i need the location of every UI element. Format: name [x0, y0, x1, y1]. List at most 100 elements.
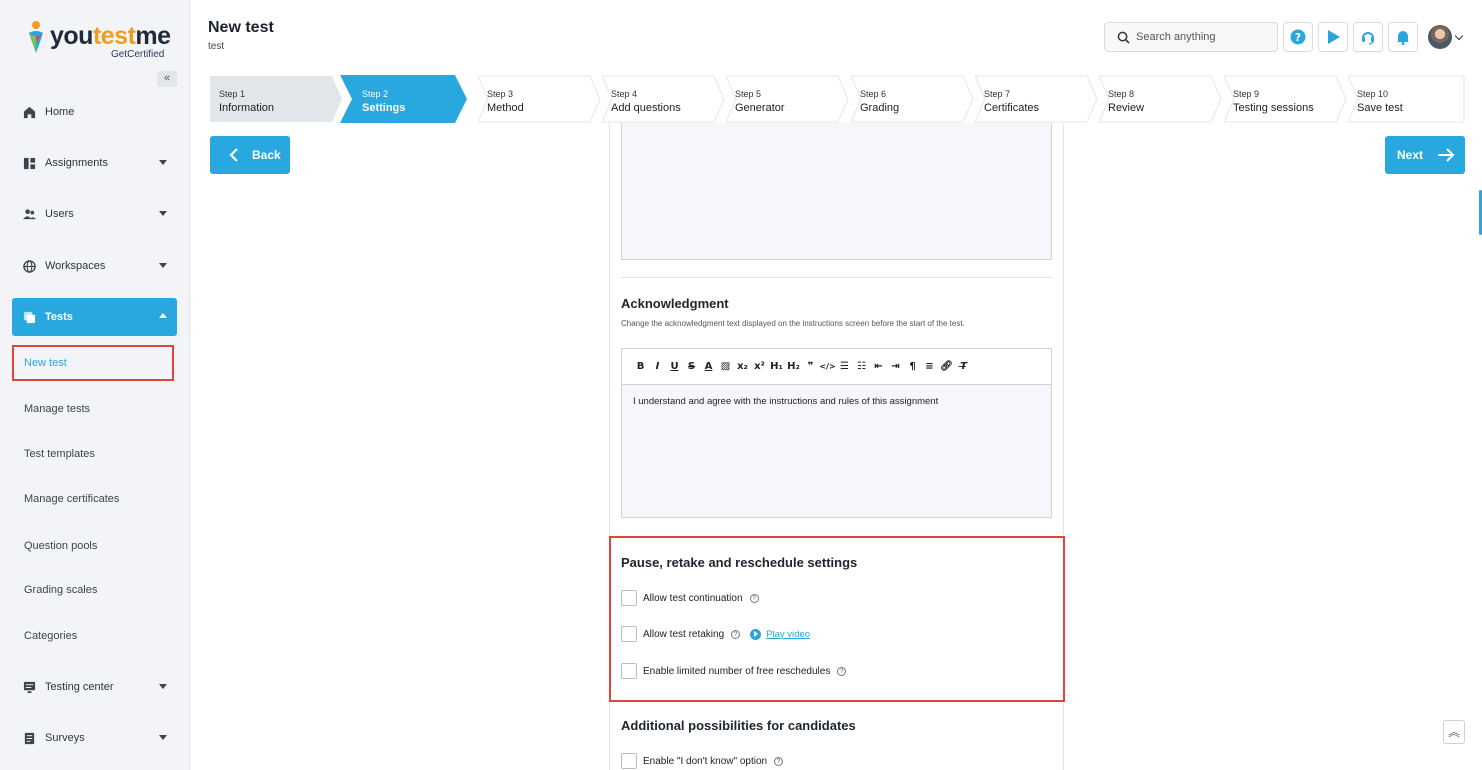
- option-allow-test-continuation[interactable]: Allow test continuation ?: [621, 590, 759, 606]
- search-box[interactable]: [1104, 22, 1278, 52]
- logo-mark-icon: [29, 21, 43, 53]
- strikethrough-icon[interactable]: S: [683, 361, 700, 372]
- back-button[interactable]: Back: [210, 136, 290, 174]
- acknowledgment-editor[interactable]: B I U S A ▧ x₂ x² H₁ H₂ ❞ </> ☰ ☷ ⇤ ⇥ ¶ …: [621, 348, 1052, 518]
- underline-icon[interactable]: U: [666, 361, 683, 372]
- chevron-down-icon: [159, 735, 167, 740]
- sidebar-item-label: Testing center: [45, 681, 114, 693]
- step-settings[interactable]: Step 2 Settings: [340, 75, 470, 123]
- sidebar-item-home[interactable]: Home: [12, 93, 177, 131]
- option-allow-test-retaking[interactable]: Allow test retaking ? Play video: [621, 626, 810, 642]
- bullet-list-icon[interactable]: ☷: [853, 361, 870, 372]
- sidebar-item-label: Users: [45, 208, 74, 220]
- option-i-dont-know[interactable]: Enable "I don't know" option ?: [621, 753, 784, 769]
- step-method[interactable]: Step 3 Method: [478, 75, 602, 123]
- collapse-sidebar-button[interactable]: «: [157, 71, 177, 87]
- link-icon[interactable]: 🔗︎: [938, 361, 955, 372]
- home-icon: [23, 106, 36, 118]
- checkbox[interactable]: [621, 753, 637, 769]
- clear-format-icon[interactable]: T̶: [955, 361, 972, 372]
- outdent-icon[interactable]: ⇤: [870, 361, 887, 372]
- chevron-down-icon: [159, 263, 167, 268]
- step-certificates[interactable]: Step 7 Certificates: [975, 75, 1099, 123]
- video-tutorial-button[interactable]: [1318, 22, 1348, 52]
- sidebar: youtestme GetCertified « Home Assignment…: [0, 0, 190, 770]
- step-add-questions[interactable]: Step 4 Add questions: [602, 75, 726, 123]
- bold-icon[interactable]: B: [632, 361, 649, 372]
- align-icon[interactable]: ≡: [921, 361, 938, 372]
- monitor-icon: [23, 681, 36, 693]
- play-circle-icon: [750, 628, 762, 640]
- sidebar-item-surveys[interactable]: Surveys: [12, 719, 177, 757]
- instructions-editor[interactable]: [621, 123, 1052, 260]
- section-divider: [621, 277, 1052, 278]
- globe-icon: [23, 259, 36, 273]
- notifications-button[interactable]: [1388, 22, 1418, 52]
- step-grading[interactable]: Step 6 Grading: [851, 75, 975, 123]
- code-icon[interactable]: </>: [819, 362, 836, 371]
- search-icon: [1117, 31, 1130, 44]
- sidebar-item-users[interactable]: Users: [12, 195, 177, 233]
- blockquote-icon[interactable]: ❞: [802, 361, 819, 372]
- ordered-list-icon[interactable]: ☰: [836, 361, 853, 372]
- acknowledgment-description: Change the acknowledgment text displayed…: [621, 319, 965, 328]
- chevron-down-icon[interactable]: [1454, 31, 1464, 41]
- support-button[interactable]: [1353, 22, 1383, 52]
- sidebar-subitem-grading-scales[interactable]: Grading scales: [12, 572, 174, 608]
- page-title: New test: [208, 19, 274, 36]
- info-icon[interactable]: ?: [774, 756, 784, 766]
- step-save-test[interactable]: Step 10 Save test: [1348, 75, 1465, 123]
- assignments-icon: [23, 157, 36, 169]
- indent-icon[interactable]: ⇥: [887, 361, 904, 372]
- text-color-icon[interactable]: A: [700, 361, 717, 372]
- survey-icon: [24, 732, 35, 744]
- subscript-icon[interactable]: x₂: [734, 361, 751, 372]
- background-color-icon[interactable]: ▧: [717, 361, 734, 372]
- scroll-to-top-button[interactable]: ︽: [1443, 720, 1465, 744]
- step-generator[interactable]: Step 5 Generator: [726, 75, 850, 123]
- acknowledgment-text[interactable]: I understand and agree with the instruct…: [622, 385, 1051, 418]
- logo-wordmark: youtestme: [50, 22, 171, 50]
- step-testing-sessions[interactable]: Step 9 Testing sessions: [1224, 75, 1348, 123]
- sidebar-item-label: Tests: [45, 311, 73, 323]
- info-icon[interactable]: ?: [837, 666, 847, 676]
- help-button[interactable]: ?: [1283, 22, 1313, 52]
- heading2-icon[interactable]: H₂: [785, 361, 802, 372]
- acknowledgment-title: Acknowledgment: [621, 296, 729, 311]
- checkbox[interactable]: [621, 626, 637, 642]
- sidebar-item-label: Home: [45, 106, 75, 118]
- option-limited-free-reschedules[interactable]: Enable limited number of free reschedule…: [621, 663, 847, 679]
- page-subtitle: test: [208, 41, 225, 52]
- heading1-icon[interactable]: H₁: [768, 361, 785, 372]
- chevron-down-icon: [159, 211, 167, 216]
- sidebar-subitem-manage-certificates[interactable]: Manage certificates: [12, 481, 174, 517]
- sidebar-subitem-question-pools[interactable]: Question pools: [12, 528, 174, 564]
- sidebar-item-tests[interactable]: Tests: [12, 298, 177, 336]
- sidebar-item-assignments[interactable]: Assignments: [12, 144, 177, 182]
- sidebar-item-label: Workspaces: [45, 260, 106, 272]
- user-avatar[interactable]: [1428, 25, 1452, 49]
- chevron-down-icon: [159, 684, 167, 689]
- checkbox[interactable]: [621, 663, 637, 679]
- sidebar-item-label: Assignments: [45, 157, 108, 169]
- step-review[interactable]: Step 8 Review: [1099, 75, 1223, 123]
- logo[interactable]: youtestme GetCertified: [26, 18, 171, 62]
- sidebar-subitem-test-templates[interactable]: Test templates: [12, 436, 174, 472]
- play-video-link[interactable]: Play video: [750, 628, 810, 640]
- info-icon[interactable]: ?: [749, 593, 759, 603]
- sidebar-subitem-new-test[interactable]: New test: [12, 345, 174, 381]
- info-icon[interactable]: ?: [731, 629, 741, 639]
- search-input[interactable]: [1136, 31, 1266, 43]
- sidebar-subitem-categories[interactable]: Categories: [12, 618, 174, 654]
- chevron-left-icon: [229, 148, 238, 162]
- next-button[interactable]: Next: [1385, 136, 1465, 174]
- sidebar-subitem-manage-tests[interactable]: Manage tests: [12, 391, 174, 427]
- text-direction-icon[interactable]: ¶: [904, 361, 921, 372]
- logo-tagline: GetCertified: [111, 49, 165, 60]
- checkbox[interactable]: [621, 590, 637, 606]
- step-information[interactable]: Step 1 Information: [210, 75, 342, 123]
- italic-icon[interactable]: I: [649, 361, 666, 372]
- sidebar-item-testing-center[interactable]: Testing center: [12, 668, 177, 706]
- sidebar-item-workspaces[interactable]: Workspaces: [12, 247, 177, 285]
- superscript-icon[interactable]: x²: [751, 361, 768, 372]
